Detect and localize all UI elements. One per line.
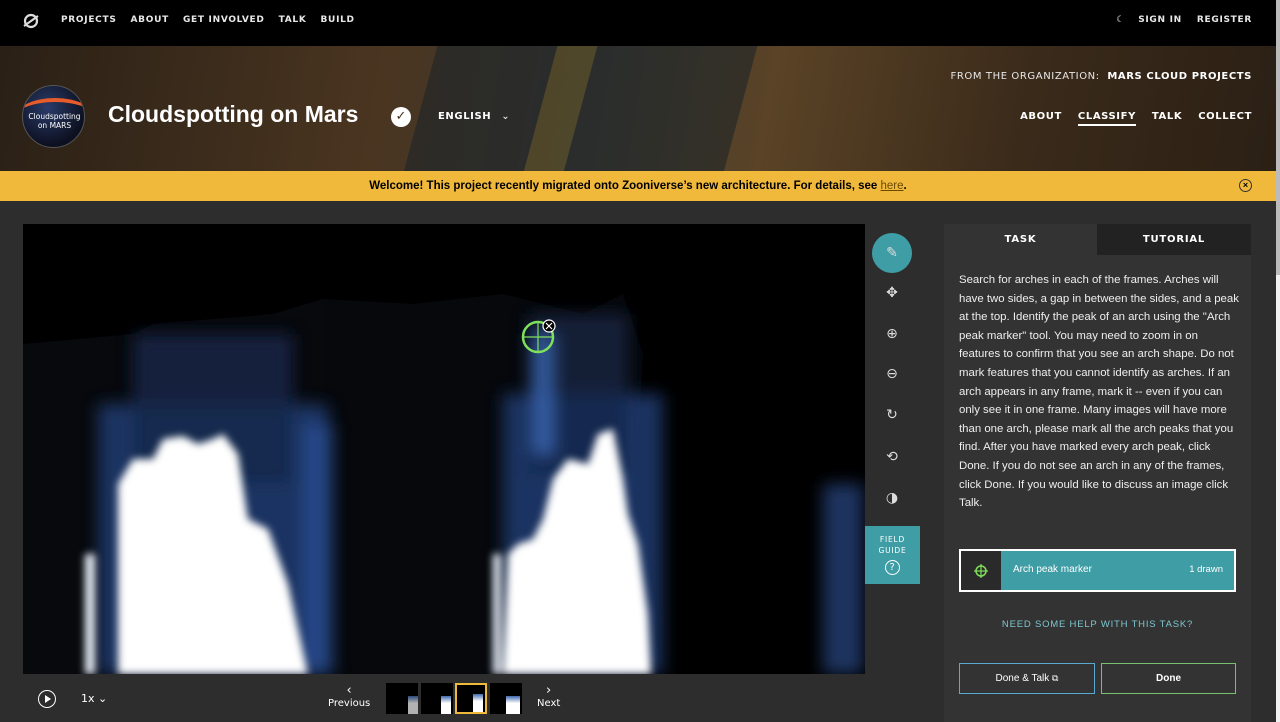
- previous-label: Previous: [328, 698, 371, 709]
- task-tabs: TASK TUTORIAL: [944, 224, 1251, 255]
- account-links: ☾ SIGN IN REGISTER: [1101, 0, 1252, 40]
- thumbnail-cloud: [441, 696, 451, 714]
- play-icon[interactable]: [38, 690, 56, 708]
- tab-tutorial[interactable]: TUTORIAL: [1097, 224, 1251, 255]
- rotate-icon[interactable]: ↻: [872, 395, 912, 435]
- language-select[interactable]: ENGLISH ⌄: [438, 111, 510, 122]
- frame-thumbnail[interactable]: [386, 683, 418, 714]
- organization-name[interactable]: MARS CLOUD PROJECTS: [1107, 71, 1252, 82]
- reset-icon[interactable]: ⟲: [872, 437, 912, 477]
- playback-speed-select[interactable]: 1x ⌄: [81, 692, 107, 705]
- move-icon[interactable]: ✥: [872, 273, 912, 313]
- project-nav-about[interactable]: ABOUT: [1020, 111, 1062, 126]
- thumbnail-cloud: [408, 696, 418, 714]
- subject-viewer[interactable]: [23, 224, 865, 674]
- done-and-talk-button[interactable]: Done & Talk ⧉: [959, 663, 1095, 694]
- banner-link[interactable]: here: [881, 180, 904, 192]
- field-guide-label-1: FIELD: [879, 535, 906, 544]
- arch-peak-marker-tool[interactable]: Arch peak marker 1 drawn: [959, 549, 1236, 592]
- nav-build[interactable]: BUILD: [321, 15, 355, 25]
- project-avatar[interactable]: Cloudspotting on MARS: [22, 85, 85, 148]
- avatar-text-1: Cloudspotting: [28, 112, 81, 121]
- project-nav-talk[interactable]: TALK: [1152, 111, 1182, 126]
- announcement-banner: Welcome! This project recently migrated …: [0, 171, 1276, 201]
- invert-contrast-icon[interactable]: ◑: [872, 478, 912, 518]
- field-guide-button[interactable]: FIELD GUIDE ?: [865, 526, 920, 584]
- done-talk-label: Done & Talk: [995, 673, 1050, 684]
- nav-about[interactable]: ABOUT: [131, 15, 169, 25]
- close-icon[interactable]: ×: [1239, 179, 1252, 192]
- language-label: ENGLISH: [438, 111, 492, 122]
- chevron-right-icon: ›: [546, 683, 552, 698]
- project-nav-collect[interactable]: COLLECT: [1198, 111, 1252, 126]
- tool-count: 1 drawn: [1189, 564, 1223, 575]
- annotate-pencil-icon[interactable]: ✎: [872, 233, 912, 273]
- sign-in-link[interactable]: SIGN IN: [1138, 15, 1182, 25]
- frame-thumbnail-selected[interactable]: [455, 683, 487, 714]
- scrollbar-thumb[interactable]: [1276, 0, 1280, 275]
- done-button[interactable]: Done: [1101, 663, 1236, 694]
- frame-thumbnail[interactable]: [490, 683, 522, 714]
- project-header: Cloudspotting on MARS Cloudspotting on M…: [0, 46, 1276, 171]
- zoom-in-icon[interactable]: ⊕: [872, 314, 912, 354]
- tab-task[interactable]: TASK: [944, 224, 1097, 255]
- project-nav: ABOUT CLASSIFY TALK COLLECT: [1004, 111, 1252, 126]
- speed-value: 1x: [81, 692, 95, 705]
- project-nav-classify[interactable]: CLASSIFY: [1077, 111, 1136, 126]
- organization-line: FROM THE ORGANIZATION: MARS CLOUD PROJEC…: [951, 71, 1253, 82]
- chevron-down-icon: ⌄: [501, 111, 511, 122]
- next-frame-button[interactable]: › Next: [537, 683, 561, 710]
- verified-check-icon: ✓: [391, 107, 411, 127]
- previous-frame-button[interactable]: ‹ Previous: [328, 683, 371, 710]
- banner-end: .: [903, 180, 907, 192]
- frame-controls: 1x ⌄ ‹ Previous › Next: [23, 674, 865, 722]
- field-guide-label-2: GUIDE: [878, 546, 907, 555]
- site-nav-links: PROJECTS ABOUT GET INVOLVED TALK BUILD: [61, 0, 369, 40]
- project-title[interactable]: Cloudspotting on Mars: [108, 101, 358, 128]
- chevron-down-icon: ⌄: [98, 692, 108, 705]
- tool-label: Arch peak marker: [1013, 564, 1092, 575]
- zooniverse-logo-icon[interactable]: [22, 12, 40, 30]
- theme-toggle-icon[interactable]: ☾: [1116, 15, 1125, 25]
- task-instructions: Search for arches in each of the frames.…: [959, 274, 1239, 510]
- next-label: Next: [537, 698, 561, 709]
- crosshair-icon: [961, 551, 1001, 590]
- thumbnail-cloud: [506, 696, 520, 714]
- nav-projects[interactable]: PROJECTS: [61, 15, 117, 25]
- task-help-link[interactable]: NEED SOME HELP WITH THIS TASK?: [944, 619, 1251, 630]
- zoom-out-icon[interactable]: ⊖: [872, 354, 912, 394]
- avatar-text-2: on MARS: [37, 121, 72, 130]
- nav-talk[interactable]: TALK: [279, 15, 307, 25]
- top-nav: PROJECTS ABOUT GET INVOLVED TALK BUILD ☾…: [0, 0, 1280, 46]
- task-panel: TASK TUTORIAL Search for arches in each …: [944, 224, 1251, 722]
- subject-image[interactable]: [23, 224, 865, 674]
- external-link-icon: ⧉: [1052, 673, 1059, 683]
- register-link[interactable]: REGISTER: [1197, 15, 1252, 25]
- nav-get-involved[interactable]: GET INVOLVED: [183, 15, 265, 25]
- frame-thumbnail[interactable]: [421, 683, 453, 714]
- banner-text: Welcome! This project recently migrated …: [369, 180, 881, 192]
- thumbnail-cloud: [473, 694, 483, 712]
- question-icon: ?: [885, 560, 900, 575]
- organization-prefix: FROM THE ORGANIZATION:: [950, 71, 1100, 82]
- chevron-left-icon: ‹: [346, 683, 352, 698]
- page-scrollbar[interactable]: [1276, 0, 1280, 722]
